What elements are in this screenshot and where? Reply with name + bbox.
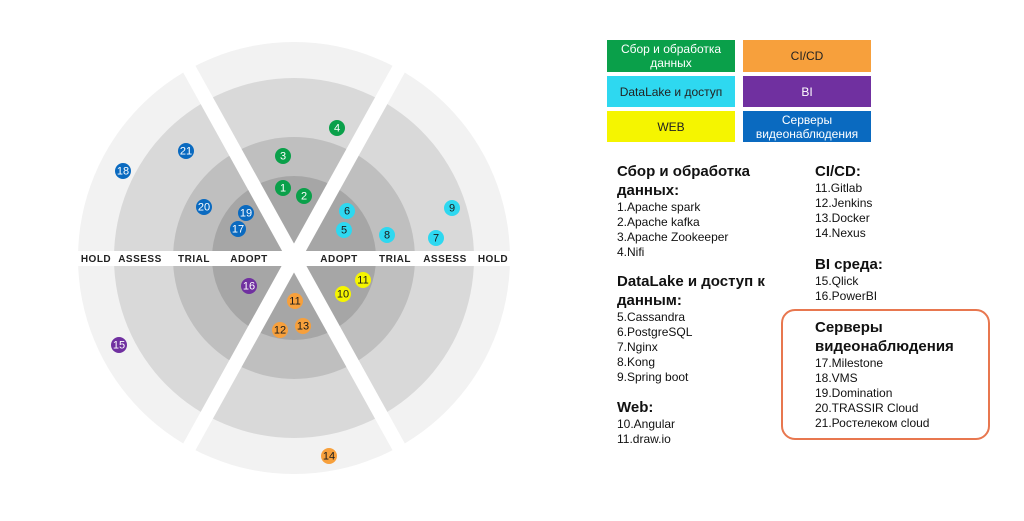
list-video-title: Серверы видеонаблюдения: [815, 319, 954, 355]
list-item: 7.Nginx: [617, 340, 658, 354]
blip-number: 15: [113, 340, 125, 352]
list-item: 6.PostgreSQL: [617, 325, 693, 339]
blip-cicd-13[interactable]: 13: [295, 318, 311, 334]
list-bi-title: BI среда:: [815, 256, 883, 273]
ring-label-left-assess: ASSESS: [118, 254, 162, 265]
blip-number: 10: [337, 289, 349, 301]
blip-datalake-9[interactable]: 9: [444, 200, 460, 216]
list-item: 11.Gitlab: [815, 181, 863, 195]
list-video: Серверы видеонаблюдения 17.Milestone 18.…: [815, 318, 980, 431]
ring-label-right-hold: HOLD: [478, 254, 508, 265]
blip-data-2[interactable]: 2: [296, 188, 312, 204]
list-item: 2.Apache kafka: [617, 215, 700, 229]
blip-number: 17: [232, 224, 244, 236]
blip-number: 13: [297, 321, 309, 333]
list-datalake: DataLake и доступ к данным: 5.Cassandra …: [617, 272, 767, 385]
list-item: 9.Spring boot: [617, 370, 689, 384]
list-item: 10.Angular: [617, 417, 676, 431]
blip-number: 7: [433, 233, 439, 245]
blip-number: 16: [243, 281, 255, 293]
list-cicd: CI/CD: 11.Gitlab 12.Jenkins 13.Docker 14…: [815, 162, 965, 241]
blip-number: 14: [323, 451, 335, 463]
blip-number: 11: [289, 296, 300, 308]
list-item: 21.Ростелеком cloud: [815, 416, 930, 430]
blip-bi-16[interactable]: 16: [241, 278, 257, 294]
ring-label-left-trial: TRIAL: [178, 254, 210, 265]
list-web-title: Web:: [617, 399, 654, 416]
blip-number: 19: [240, 208, 252, 220]
ring-label-right-adopt: ADOPT: [320, 254, 358, 265]
blip-web-11[interactable]: 11: [355, 272, 371, 288]
list-item: 13.Docker: [815, 211, 870, 225]
blip-number: 8: [384, 230, 390, 242]
blip-number: 11: [357, 275, 368, 287]
list-data-title: Сбор и обработка данных:: [617, 163, 750, 199]
list-bi: BI среда: 15.Qlick 16.PowerBI: [815, 255, 965, 304]
legend-datalake-label: DataLake и доступ: [619, 84, 723, 99]
blip-cicd-14[interactable]: 14: [321, 448, 337, 464]
list-item: 11.draw.io: [617, 432, 671, 446]
legend-video-label: Серверы видеонаблюдения: [755, 112, 859, 141]
list-item: 16.PowerBI: [815, 289, 878, 303]
blip-web-10[interactable]: 10: [335, 286, 351, 302]
blip-cicd-12[interactable]: 12: [272, 322, 288, 338]
legend-cicd-label: CI/CD: [790, 49, 824, 63]
list-item: 5.Cassandra: [617, 310, 686, 324]
list-data: Сбор и обработка данных: 1.Apache spark …: [617, 162, 767, 260]
list-item: 19.Domination: [815, 386, 893, 400]
list-item: 18.VMS: [815, 371, 858, 385]
list-web: Web: 10.Angular 11.draw.io: [617, 398, 767, 447]
list-cicd-title: CI/CD:: [815, 163, 861, 180]
legend-web-label: WEB: [657, 119, 685, 134]
list-item: 1.Apache spark: [617, 200, 701, 214]
ring-label-right-trial: TRIAL: [379, 254, 411, 265]
legend-cicd: CI/CD: [743, 40, 871, 72]
blip-cicd-11[interactable]: 11: [287, 293, 303, 309]
blip-number: 9: [449, 203, 455, 215]
ring-label-right-assess: ASSESS: [423, 254, 467, 265]
legend-datalake: DataLake и доступ: [607, 76, 735, 107]
legend-bi: BI: [743, 76, 871, 107]
tech-radar: HOLD ASSESS TRIAL ADOPT ADOPT TRIAL ASSESS HOLD…: [64, 42, 524, 474]
blip-number: 18: [117, 166, 129, 178]
blip-video-21[interactable]: 21: [178, 143, 194, 159]
list-item: 4.Nifi: [617, 245, 645, 259]
list-item: 3.Apache Zookeeper: [617, 230, 729, 244]
blip-number: 3: [280, 151, 286, 163]
blip-number: 6: [344, 206, 350, 218]
legend-data: Сбор и обработка данных: [607, 40, 735, 72]
blip-data-3[interactable]: 3: [275, 148, 291, 164]
blip-video-20[interactable]: 20: [196, 199, 212, 215]
blip-bi-15[interactable]: 15: [111, 337, 127, 353]
legend-web: WEB: [607, 111, 735, 142]
blip-number: 12: [274, 325, 286, 337]
blip-number: 4: [334, 123, 340, 135]
legend-data-label: Сбор и обработка данных: [620, 42, 722, 70]
ring-label-left-hold: HOLD: [81, 254, 111, 265]
blip-data-4[interactable]: 4: [329, 120, 345, 136]
list-item: 15.Qlick: [815, 274, 859, 288]
list-item: 17.Milestone: [815, 356, 884, 370]
blip-video-18[interactable]: 18: [115, 163, 131, 179]
blip-number: 21: [180, 146, 192, 158]
blip-datalake-6[interactable]: 6: [339, 203, 355, 219]
blip-number: 5: [341, 225, 347, 237]
blip-number: 20: [198, 202, 210, 214]
list-item: 20.TRASSIR Cloud: [815, 401, 919, 415]
blip-video-19[interactable]: 19: [238, 205, 254, 221]
legend-bi-label: BI: [801, 84, 813, 99]
blip-datalake-8[interactable]: 8: [379, 227, 395, 243]
blip-data-1[interactable]: 1: [275, 180, 291, 196]
list-item: 14.Nexus: [815, 226, 866, 240]
blip-number: 1: [280, 183, 286, 195]
list-datalake-title: DataLake и доступ к данным:: [617, 273, 765, 309]
list-item: 8.Kong: [617, 355, 656, 369]
legend-video: Серверы видеонаблюдения: [743, 111, 871, 142]
blip-datalake-7[interactable]: 7: [428, 230, 444, 246]
list-item: 12.Jenkins: [815, 196, 873, 210]
blip-datalake-5[interactable]: 5: [336, 222, 352, 238]
blip-video-17[interactable]: 17: [230, 221, 246, 237]
blip-number: 2: [301, 191, 307, 203]
ring-label-left-adopt: ADOPT: [230, 254, 268, 265]
